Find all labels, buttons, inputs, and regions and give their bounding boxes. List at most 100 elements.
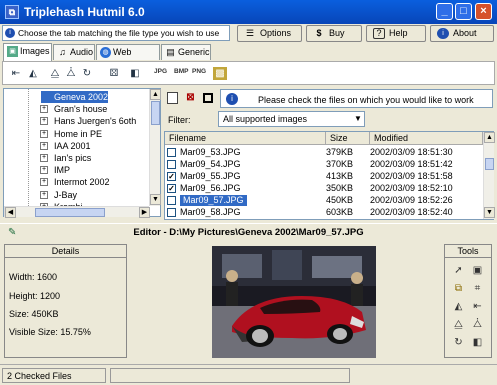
rotate-right-icon[interactable]: ↻: [452, 337, 465, 349]
file-row[interactable]: ✓ Mar09_55.JPG 413KB 2002/03/09 18:51:58: [165, 171, 483, 182]
scroll-left-arrow-icon[interactable]: ◀: [5, 207, 16, 218]
web-pages-icon: ◍: [100, 47, 111, 58]
title-bar[interactable]: ⧉ Triplehash Hutmil 6.0 _ □ ×: [0, 0, 497, 24]
expand-plus-icon[interactable]: +: [40, 154, 48, 162]
new-file-icon[interactable]: [167, 92, 178, 104]
tree-item[interactable]: Geneva 2002: [41, 91, 109, 103]
rotate-right-icon[interactable]: ↻: [80, 67, 94, 80]
scroll-up-arrow-icon[interactable]: ▲: [150, 89, 161, 100]
column-header-filename[interactable]: Filename: [165, 132, 326, 145]
expand-plus-icon[interactable]: +: [40, 105, 48, 114]
checkbox[interactable]: [167, 196, 176, 205]
scroll-down-arrow-icon[interactable]: ▼: [484, 207, 495, 218]
message-box: i Please check the files on which you wo…: [220, 89, 493, 108]
tree-item-label: Gran's house: [54, 104, 108, 115]
maximize-button[interactable]: □: [455, 3, 472, 20]
tree-item[interactable]: + Intermot 2002: [40, 176, 110, 188]
file-row[interactable]: Mar09_54.JPG 370KB 2002/03/09 18:51:42: [165, 159, 483, 170]
app-icon: ⧉: [5, 5, 19, 19]
file-list-scrollbar[interactable]: ▲ ▼: [483, 132, 495, 219]
details-header: Details: [5, 245, 126, 258]
buy-button[interactable]: $ Buy: [306, 25, 362, 42]
tree-item[interactable]: + Gran's house: [40, 103, 107, 115]
crop-icon[interactable]: ⌗: [471, 283, 484, 295]
minimize-button[interactable]: _: [436, 3, 453, 20]
help-button[interactable]: ? Help: [366, 25, 426, 42]
convert-jpg-button[interactable]: JPG: [154, 68, 167, 75]
picture-icon[interactable]: ▩: [213, 67, 227, 80]
save-icon[interactable]: ▣: [471, 265, 484, 277]
tree-vertical-scrollbar[interactable]: ▲ ▼: [149, 89, 161, 206]
copy-picture-icon[interactable]: ⧉: [452, 283, 465, 295]
filter-label: Filter:: [168, 115, 191, 125]
flip-vertical-icon[interactable]: ⧊: [64, 67, 78, 80]
scroll-up-arrow-icon[interactable]: ▲: [484, 132, 495, 143]
tree-horizontal-scrollbar[interactable]: ◀ ▶: [4, 206, 150, 218]
checkbox-checked[interactable]: ✓: [167, 172, 176, 181]
options-button[interactable]: ☰ Options: [237, 25, 302, 42]
tree-item[interactable]: + Ian's pics: [40, 152, 91, 164]
expand-plus-icon[interactable]: +: [40, 117, 48, 126]
tree-item-label: Geneva 2002: [54, 92, 109, 102]
rotate-left-icon[interactable]: ⇤: [471, 301, 484, 313]
contrast-icon[interactable]: ◧: [128, 67, 142, 80]
tree-scroll-thumb[interactable]: [151, 101, 160, 125]
file-row[interactable]: Mar09_53.JPG 379KB 2002/03/09 18:51:30: [165, 147, 483, 158]
expand-plus-icon[interactable]: +: [40, 190, 48, 199]
tree-line: [28, 89, 29, 216]
chevron-down-icon[interactable]: ▼: [352, 113, 364, 125]
tab-images[interactable]: ▣ Images: [3, 43, 52, 61]
file-row[interactable]: Mar09_58.JPG 603KB 2002/03/09 18:52:40: [165, 207, 483, 218]
folder-tree[interactable]: Geneva 2002 + Gran's house + Hans Juergen's …: [3, 88, 161, 218]
convert-png-button[interactable]: PNG: [192, 68, 206, 75]
tree-item[interactable]: + Home in PE: [40, 128, 102, 140]
detail-size: Size: 450KB: [9, 309, 59, 319]
scroll-right-arrow-icon[interactable]: ▶: [139, 207, 150, 218]
column-header-size[interactable]: Size: [326, 132, 370, 145]
dice-icon[interactable]: ⚄: [107, 67, 121, 80]
info-icon: i: [437, 28, 449, 39]
about-button[interactable]: i About: [430, 25, 494, 42]
message-text: Please check the files on which you woul…: [258, 95, 474, 105]
rotate-left-icon[interactable]: ⇤: [9, 67, 23, 80]
flip-horizontal-icon[interactable]: ◭: [452, 301, 465, 313]
tree-item[interactable]: + IMP: [40, 164, 70, 176]
tree-item[interactable]: + J-Bay: [40, 189, 77, 201]
editor-title: Editor - D:\My Pictures\Geneva 2002\Mar0…: [133, 227, 364, 238]
expand-plus-icon[interactable]: +: [40, 129, 48, 138]
tree-hscroll-thumb[interactable]: [35, 208, 105, 217]
file-list-scroll-thumb[interactable]: [485, 158, 494, 170]
file-modified: 2002/03/09 18:52:40: [370, 207, 453, 217]
tree-item[interactable]: + Hans Juergen's 6oth: [40, 115, 136, 127]
file-row[interactable]: ✓ Mar09_56.JPG 350KB 2002/03/09 18:52:10: [165, 183, 483, 194]
delete-icon[interactable]: ⊠: [185, 93, 196, 104]
tab-generic[interactable]: ▤ Generic: [161, 44, 211, 60]
expand-plus-icon[interactable]: +: [40, 141, 48, 150]
flip-vertical-icon[interactable]: ⧊: [471, 319, 484, 331]
close-button[interactable]: ×: [475, 3, 492, 20]
contrast-icon[interactable]: ◧: [471, 337, 484, 349]
pointer-icon[interactable]: ➚: [452, 265, 465, 277]
file-row[interactable]: Mar09_57.JPG 450KB 2002/03/09 18:52:26: [165, 195, 483, 206]
select-none-icon[interactable]: [203, 93, 213, 103]
convert-bmp-button[interactable]: BMP: [174, 68, 188, 75]
flip-horizontal-icon[interactable]: ◭: [26, 67, 40, 80]
tree-item[interactable]: + IAA 2001: [40, 140, 91, 152]
expand-plus-icon[interactable]: +: [40, 166, 48, 175]
tab-audio[interactable]: ♫ Audio: [53, 44, 95, 60]
expand-plus-icon[interactable]: +: [40, 178, 48, 187]
mirror-icon[interactable]: ⧋: [48, 67, 62, 80]
mirror-icon[interactable]: ⧋: [452, 319, 465, 331]
checkbox-checked[interactable]: ✓: [167, 184, 176, 193]
checkbox[interactable]: [167, 208, 176, 217]
checkbox[interactable]: [167, 148, 176, 157]
checkbox[interactable]: [167, 160, 176, 169]
column-header-modified[interactable]: Modified: [370, 132, 483, 145]
scroll-down-arrow-icon[interactable]: ▼: [150, 194, 161, 205]
image-preview[interactable]: [212, 246, 376, 358]
file-list[interactable]: Filename Size Modified Mar09_53.JPG 379KB…: [164, 131, 495, 220]
tab-web-pages[interactable]: ◍ Web Pages: [96, 44, 160, 71]
options-icon: ☰: [245, 28, 255, 38]
status-checked-files: 2 Checked Files: [2, 368, 106, 383]
filter-dropdown[interactable]: All supported images ▼: [218, 111, 365, 127]
